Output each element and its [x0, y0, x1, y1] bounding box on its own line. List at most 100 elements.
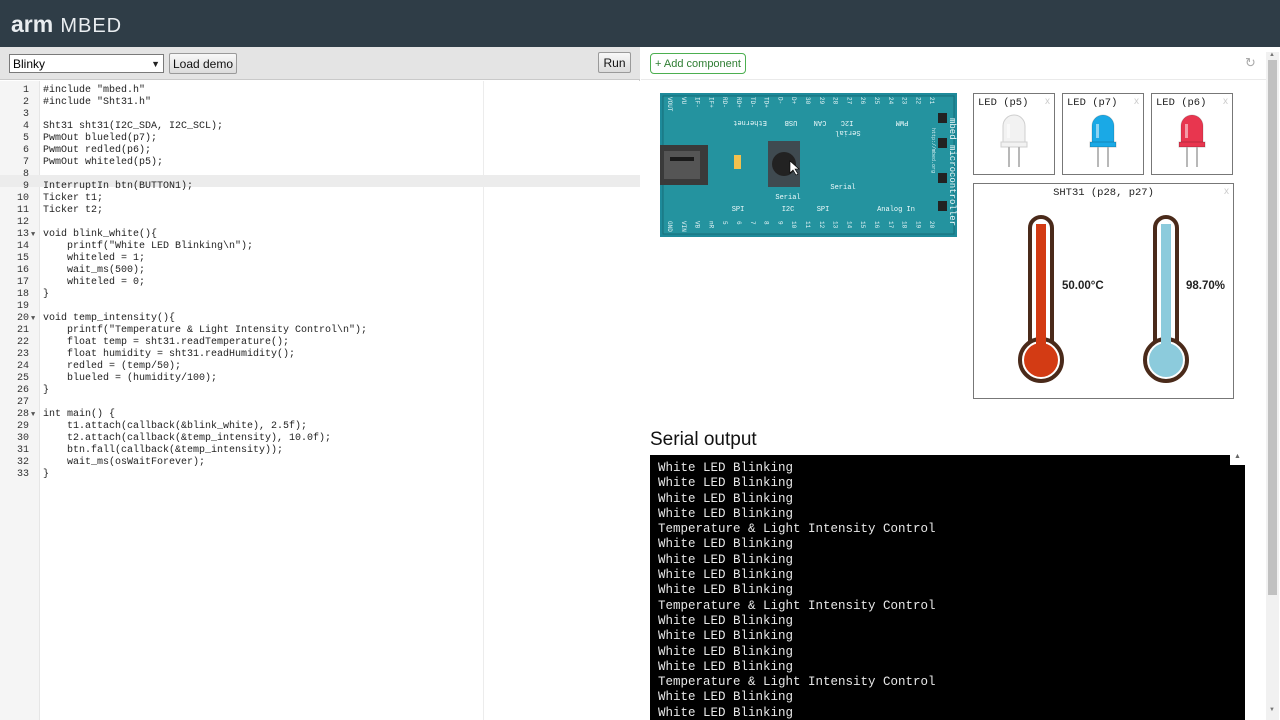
- pin-label: 9: [776, 221, 783, 225]
- scrollbar-thumb[interactable]: [1268, 60, 1277, 595]
- led-component[interactable]: LED (p7) x: [1062, 93, 1144, 175]
- pin-label: VB: [694, 221, 701, 229]
- line-number: 22: [16, 337, 29, 348]
- code-line[interactable]: 27: [0, 397, 640, 409]
- led-leg: [1018, 147, 1020, 167]
- line-number: 33: [16, 469, 29, 480]
- fold-toggle-icon[interactable]: ▼: [31, 229, 35, 241]
- pin-label: GND: [666, 221, 673, 232]
- pin-label: 11: [804, 221, 811, 229]
- pin-label: IF-: [694, 97, 701, 108]
- page-scrollbar[interactable]: ▲ ▼: [1266, 52, 1279, 720]
- line-number: 21: [16, 325, 29, 336]
- code-text: }: [43, 289, 50, 300]
- code-line[interactable]: 24 redled = (temp/50);: [0, 361, 640, 373]
- scroll-up-icon[interactable]: ▲: [1269, 52, 1275, 58]
- pin-label: 7: [749, 221, 756, 225]
- arm-mbed-logo[interactable]: arm MBED: [11, 11, 122, 38]
- code-text: #include "mbed.h": [43, 85, 146, 96]
- serial-line: White LED Blinking: [658, 629, 794, 644]
- code-line[interactable]: 11 Ticker t2;: [0, 205, 640, 217]
- code-line[interactable]: 6 PwmOut redled(p6);: [0, 145, 640, 157]
- code-text: PwmOut redled(p6);: [43, 145, 152, 156]
- code-line[interactable]: 3: [0, 109, 640, 121]
- editor-pane: Blinky ▼ Load demo Run 1 #include "mbed.h…: [0, 47, 640, 720]
- board-url-text: http://mbed.org: [930, 128, 936, 173]
- code-line[interactable]: 33}: [0, 469, 640, 481]
- line-number: 14: [16, 241, 29, 252]
- code-line[interactable]: 5 PwmOut blueled(p7);: [0, 133, 640, 145]
- sht31-component[interactable]: SHT31 (p28, p27) x 50.00°C 98.70%: [973, 183, 1234, 399]
- code-line[interactable]: 19: [0, 301, 640, 313]
- code-line[interactable]: 30 t2.attach(callback(&temp_intensity), …: [0, 433, 640, 445]
- led-bulb-icon: [1000, 114, 1028, 167]
- board-section-label: Serial: [835, 128, 860, 136]
- scroll-down-icon[interactable]: ▼: [1269, 707, 1275, 713]
- pin-label: 12: [818, 221, 825, 229]
- code-line[interactable]: 25 blueled = (humidity/100);: [0, 373, 640, 385]
- pin-label: 5: [721, 221, 728, 225]
- code-line[interactable]: 13 ▼ void blink_white(){: [0, 229, 640, 241]
- code-text: InterruptIn btn(BUTTON1);: [43, 181, 194, 192]
- board-section-label: I2C: [841, 118, 854, 126]
- refresh-icon[interactable]: ↻: [1245, 55, 1256, 71]
- fold-toggle-icon[interactable]: ▼: [31, 409, 35, 421]
- chevron-up-icon: ▲: [1234, 453, 1241, 460]
- code-text: void temp_intensity(){: [43, 313, 176, 324]
- line-number: 10: [16, 193, 29, 204]
- editor-toolbar: Blinky ▼ Load demo Run: [0, 47, 640, 80]
- code-line[interactable]: 20 ▼ void temp_intensity(){: [0, 313, 640, 325]
- code-line[interactable]: 32 wait_ms(osWaitForever);: [0, 457, 640, 469]
- code-line[interactable]: 17 whiteled = 0;: [0, 277, 640, 289]
- humidity-bulb: [1149, 343, 1183, 377]
- code-line[interactable]: 10 Ticker t1;: [0, 193, 640, 205]
- fold-toggle-icon[interactable]: ▼: [31, 313, 35, 325]
- serial-line: White LED Blinking: [658, 552, 794, 567]
- code-line[interactable]: 8: [0, 169, 640, 181]
- demo-select[interactable]: Blinky ▼: [9, 54, 164, 73]
- code-line[interactable]: 15 whiteled = 1;: [0, 253, 640, 265]
- code-line[interactable]: 18}: [0, 289, 640, 301]
- code-line[interactable]: 2 #include "Sht31.h": [0, 97, 640, 109]
- code-line[interactable]: 9 InterruptIn btn(BUTTON1);: [0, 181, 640, 193]
- code-line[interactable]: 23 float humidity = sht31.readHumidity()…: [0, 349, 640, 361]
- code-line[interactable]: 29 t1.attach(callback(&blink_white), 2.5…: [0, 421, 640, 433]
- code-line[interactable]: 16 wait_ms(500);: [0, 265, 640, 277]
- simulator-pane: + Add component ↻ VOUT VU IF- IF+ RD- RD+ TD- T…: [641, 47, 1280, 720]
- code-line[interactable]: 22 float temp = sht31.readTemperature();: [0, 337, 640, 349]
- code-editor[interactable]: 1 #include "mbed.h" 2 #include "Sht31.h" 3 4 S…: [0, 81, 640, 720]
- code-line[interactable]: 7 PwmOut whiteled(p5);: [0, 157, 640, 169]
- code-line[interactable]: 4 Sht31 sht31(I2C_SDA, I2C_SCL);: [0, 121, 640, 133]
- code-line[interactable]: 31 btn.fall(callback(&temp_intensity));: [0, 445, 640, 457]
- code-line[interactable]: 14 printf("White LED Blinking\n");: [0, 241, 640, 253]
- mbed-board[interactable]: VOUT VU IF- IF+ RD- RD+ TD- TD+ D- D+ 30 29 28 27 26 25…: [660, 93, 957, 237]
- pin-label: TD-: [749, 97, 756, 108]
- led-rim: [1089, 141, 1117, 148]
- line-number: 11: [16, 205, 29, 216]
- code-line[interactable]: 28 ▼ int main() {: [0, 409, 640, 421]
- led-component[interactable]: LED (p5) x: [973, 93, 1055, 175]
- pin-label: 27: [845, 97, 852, 105]
- connector-2: [938, 138, 947, 148]
- pin-label: 25: [873, 97, 880, 105]
- pin-label: 29: [818, 97, 825, 105]
- run-button[interactable]: Run: [598, 52, 631, 73]
- serial-line: White LED Blinking: [658, 506, 794, 521]
- add-component-button[interactable]: + Add component: [650, 53, 746, 74]
- code-line[interactable]: 26}: [0, 385, 640, 397]
- board-section-label: SPI: [817, 206, 830, 214]
- code-line[interactable]: 21 printf("Temperature & Light Intensity…: [0, 325, 640, 337]
- led-bulb-icon: [1178, 114, 1206, 167]
- board-section-label: Analog In: [877, 206, 915, 214]
- code-text: btn.fall(callback(&temp_intensity));: [43, 445, 284, 456]
- line-number: 12: [16, 217, 29, 228]
- serial-output[interactable]: White LED Blinking White LED Blinking Whit…: [650, 455, 1245, 720]
- serial-line: White LED Blinking: [658, 537, 794, 552]
- pin-label: 10: [790, 221, 797, 229]
- load-demo-button[interactable]: Load demo: [169, 53, 237, 74]
- code-line[interactable]: 1 #include "mbed.h": [0, 85, 640, 97]
- temperature-value: 50.00°C: [1062, 280, 1104, 292]
- connector-4: [938, 201, 947, 211]
- led-component[interactable]: LED (p6) x: [1151, 93, 1233, 175]
- code-line[interactable]: 12: [0, 217, 640, 229]
